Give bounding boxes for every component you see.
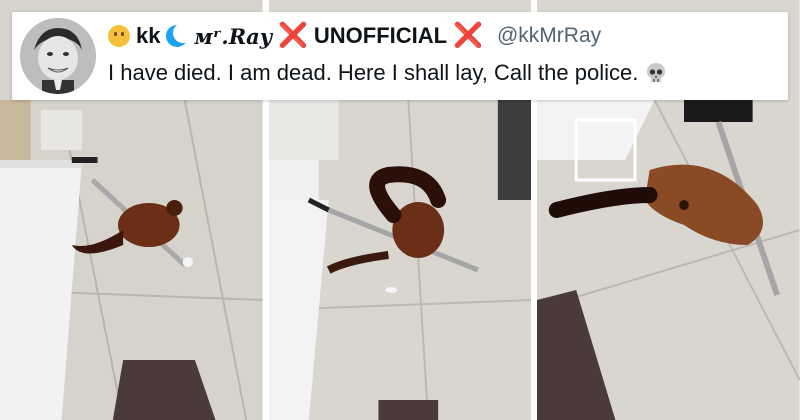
user-handle[interactable]: @kkMrRay	[497, 24, 601, 48]
thinking-face-emoji	[108, 25, 130, 47]
tweet-text-row: I have died. I am dead. Here I shall lay…	[108, 60, 668, 86]
tweet-text: I have died. I am dead. Here I shall lay…	[108, 60, 639, 85]
avatar-portrait	[20, 18, 96, 94]
moon-icon	[166, 23, 194, 47]
tweet-card[interactable]: kk ᴍʳ.𝑹𝒂𝒚 ❌ UNOFFICIAL ❌ @kkMrRay I have…	[12, 12, 788, 100]
cross-mark-emoji: ❌	[277, 22, 308, 49]
skull-emoji	[644, 61, 668, 85]
display-name[interactable]: kk ᴍʳ.𝑹𝒂𝒚 ❌ UNOFFICIAL ❌ @kkMrRay	[108, 22, 601, 50]
display-name-suffix: UNOFFICIAL	[313, 23, 448, 48]
avatar[interactable]	[20, 18, 96, 94]
cross-mark-emoji-end: ❌	[453, 22, 483, 49]
display-name-prefix: kk	[136, 23, 161, 48]
display-name-mr: ᴍʳ.𝑹𝒂𝒚	[194, 23, 272, 49]
